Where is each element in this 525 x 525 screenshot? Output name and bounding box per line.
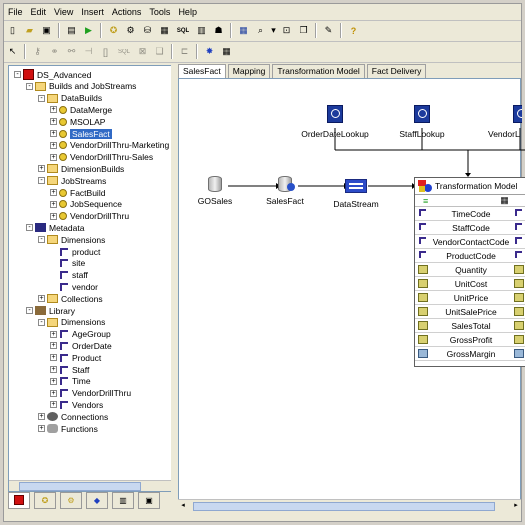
transformation-model-row[interactable]: ProductCode: [415, 249, 525, 263]
node-label: GOSales: [197, 196, 233, 206]
scrollbar-thumb[interactable]: [193, 502, 495, 511]
derivation-icon: [514, 349, 524, 358]
measure-icon: [514, 307, 524, 316]
transformation-model-row[interactable]: GrossProfit: [415, 333, 525, 347]
node-label: VendorL: [488, 129, 520, 139]
row-label: UnitSalePrice: [445, 306, 497, 317]
transformation-model-row[interactable]: SalesTotal: [415, 319, 525, 333]
scroll-right-icon[interactable]: ▸: [511, 500, 521, 511]
measure-icon: [418, 335, 428, 344]
grid-icon[interactable]: ▦: [500, 195, 509, 206]
dimension-icon: [418, 209, 428, 218]
datasource-icon: [278, 176, 295, 192]
measure-icon: [418, 321, 428, 330]
lookup-icon: [513, 105, 522, 123]
transformation-model-header: Transformation Model: [415, 178, 525, 195]
node-staff-lookup[interactable]: StaffLookup: [392, 105, 452, 139]
dimension-icon: [514, 209, 524, 218]
scroll-left-icon[interactable]: ◂: [178, 500, 188, 511]
node-label: SalesFact: [266, 196, 304, 206]
measure-icon: [514, 335, 524, 344]
node-datastream[interactable]: DataStream: [330, 179, 382, 209]
dimension-icon: [418, 251, 428, 260]
row-label: Quantity: [455, 264, 487, 275]
node-salesfact[interactable]: SalesFact: [262, 176, 308, 206]
row-label: StaffCode: [452, 222, 490, 233]
derivation-icon: [418, 349, 428, 358]
measure-icon: [418, 265, 428, 274]
dimension-icon: [514, 223, 524, 232]
transformation-icon: [418, 180, 432, 192]
lookup-icon: [327, 105, 343, 123]
transformation-model-row[interactable]: UnitSalePrice: [415, 305, 525, 319]
transformation-model-row[interactable]: StaffCode: [415, 221, 525, 235]
row-label: UnitCost: [454, 278, 488, 289]
measure-icon: [418, 279, 428, 288]
transformation-model-row[interactable]: TimeCode: [415, 207, 525, 221]
transformation-model-row[interactable]: Quantity: [415, 263, 525, 277]
dimension-icon: [514, 237, 524, 246]
node-orderdate-lookup[interactable]: OrderDateLookup: [292, 105, 378, 139]
node-label: DataStream: [333, 199, 379, 209]
transformation-model-row[interactable]: GrossMargin: [415, 347, 525, 361]
transformation-model-row[interactable]: VendorContactCode: [415, 235, 525, 249]
row-label: VendorContactCode: [432, 236, 510, 247]
node-label: OrderDateLookup: [301, 129, 369, 139]
dimension-icon: [418, 237, 428, 246]
row-label: GrossProfit: [449, 334, 493, 345]
dimension-icon: [514, 251, 524, 260]
row-label: SalesTotal: [451, 320, 491, 331]
transformation-model-title: Transformation Model: [435, 181, 518, 191]
node-gosales[interactable]: GOSales: [190, 176, 240, 206]
transformation-model-row[interactable]: UnitCost: [415, 277, 525, 291]
list-icon[interactable]: ≡: [423, 196, 428, 206]
row-label: ProductCode: [446, 250, 496, 261]
transformation-model-row[interactable]: UnitPrice: [415, 291, 525, 305]
measure-icon: [514, 293, 524, 302]
transformation-model-rows: TimeCode StaffCode VendorContactCode Produc…: [415, 207, 525, 361]
dimension-icon: [418, 223, 428, 232]
node-vendor-lookup[interactable]: VendorL: [488, 105, 522, 139]
measure-icon: [514, 321, 524, 330]
row-label: TimeCode: [451, 208, 491, 219]
node-label: StaffLookup: [399, 129, 445, 139]
measure-icon: [418, 307, 428, 316]
measure-icon: [514, 265, 524, 274]
lookup-icon: [414, 105, 430, 123]
transformation-model-node[interactable]: Transformation Model ≡ ▦ TimeCode StaffCo…: [414, 177, 525, 367]
measure-icon: [418, 293, 428, 302]
transformation-model-toolbar: ≡ ▦: [415, 195, 525, 207]
database-icon: [208, 176, 222, 192]
datastream-icon: [345, 179, 367, 193]
measure-icon: [514, 279, 524, 288]
canvas-horizontal-scrollbar[interactable]: ◂ ▸: [178, 499, 521, 511]
row-label: UnitPrice: [453, 292, 489, 303]
row-label: GrossMargin: [446, 348, 496, 359]
